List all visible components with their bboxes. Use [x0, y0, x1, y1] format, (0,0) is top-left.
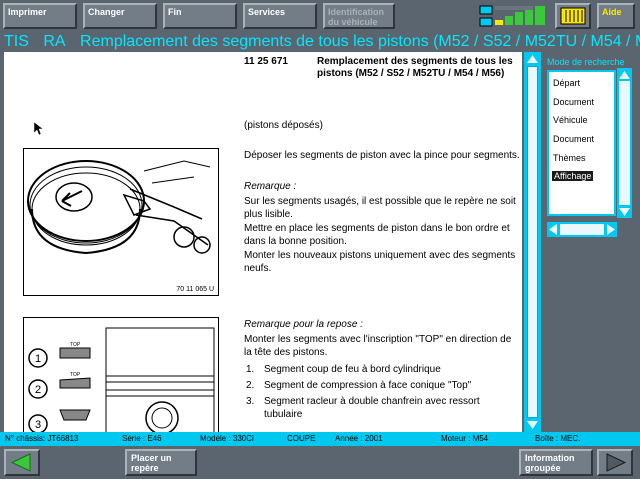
connection-status-icon [479, 5, 545, 27]
scroll-right-icon[interactable] [605, 222, 617, 237]
mode-list-scrollbar[interactable] [617, 68, 632, 218]
scroll-track[interactable] [527, 66, 538, 418]
gearbox: Boîte : MEC. [535, 434, 581, 443]
model: Modèle : 330Ci [200, 434, 254, 443]
end-button[interactable]: Fin [163, 3, 237, 29]
page-title: TIS RA Remplacement des segments de tous… [0, 32, 640, 52]
remark-text-1: Sur les segments usagés, il est possible… [244, 196, 516, 220]
reference-title: Remplacement des segments de tous les pi… [317, 56, 513, 79]
series: Série : E46 [122, 434, 162, 443]
document-title: Remplacement des segments de tous les pi… [80, 33, 640, 50]
grouped-info-button[interactable]: Information groupée [519, 449, 593, 476]
search-mode-label: Mode de recherche [547, 57, 625, 67]
list-item: 1. Segment coup de feu à bord cylindrique [246, 364, 441, 375]
mode-item-themes[interactable]: Thèmes [553, 153, 586, 163]
body-type: COUPE [287, 434, 316, 443]
mode-item-display[interactable]: Affichage [552, 171, 594, 181]
install-remark-label: Remarque pour la repose : [244, 319, 363, 330]
callout-3: 3 [35, 419, 41, 431]
year: Année : 2001 [335, 434, 383, 443]
document-view[interactable]: 11 25 671 Remplacement des segments de t… [4, 52, 522, 432]
mode-horizontal-scrollbar[interactable] [547, 222, 617, 237]
help-button[interactable]: Aide [597, 3, 635, 29]
mode-scroll-track[interactable] [619, 81, 630, 205]
services-button[interactable]: Services [243, 3, 317, 29]
remark-label: Remarque : [244, 181, 297, 192]
document-scrollbar[interactable] [524, 52, 541, 432]
ring-list: 1. Segment coup de feu à bord cylindrique… [244, 363, 520, 424]
horizontal-scroll-track[interactable] [560, 224, 604, 235]
back-button[interactable] [4, 449, 40, 476]
change-button[interactable]: Changer [83, 3, 157, 29]
list-item: 3. Segment racleur à double chanfrein ave… [246, 396, 480, 420]
mode-scroll-down-icon[interactable] [617, 206, 632, 218]
mouse-cursor-icon [34, 122, 44, 136]
mode-item-document[interactable]: Document [553, 97, 594, 107]
place-marker-button[interactable]: Placer un repère [125, 449, 197, 476]
svg-text:TOP: TOP [70, 372, 81, 378]
keyboard-icon[interactable] [555, 3, 591, 29]
search-mode-list: Départ Document Véhicule Document Thèmes… [547, 70, 616, 216]
figure-number: 70 11 065 U [176, 286, 214, 293]
ring-order-illustration: 1 2 3 TOP TOP [28, 327, 215, 432]
top-toolbar: Imprimer Changer Fin Services Identifica… [0, 0, 640, 32]
figure-piston-ring-pliers: 70 11 065 U [23, 148, 219, 296]
piston-ring-pliers-illustration [27, 160, 211, 255]
remark-text-3: Monter les nouveaux pistons uniquement a… [244, 250, 516, 274]
step-remove-rings: Déposer les segments de piston avec la p… [244, 150, 520, 161]
mode-item-vehicle[interactable]: Véhicule [553, 115, 588, 125]
vehicle-id-button[interactable]: Identification du véhicule [323, 3, 395, 29]
list-item: 2. Segment de compression à face conique … [246, 380, 472, 391]
install-text: Monter les segments avec l'inscription "… [244, 334, 512, 358]
arrow-left-icon [10, 453, 31, 472]
mode-item-document-2[interactable]: Document [553, 134, 594, 144]
scroll-up-arrow-icon[interactable] [525, 52, 540, 66]
chassis-number: N° châssis: JT66813 [5, 434, 79, 443]
app-name: TIS [4, 33, 29, 50]
print-button[interactable]: Imprimer [3, 3, 77, 29]
callout-2: 2 [35, 384, 41, 396]
bottom-navigation-bar: Placer un repère Information groupée [0, 446, 640, 479]
precondition-text: (pistons déposés) [244, 120, 323, 131]
callout-1: 1 [35, 353, 41, 365]
engine: Moteur : M54 [441, 434, 489, 443]
scroll-down-arrow-icon[interactable] [525, 418, 540, 432]
scroll-left-icon[interactable] [547, 222, 559, 237]
forward-button[interactable] [597, 449, 633, 476]
svg-text:TOP: TOP [70, 342, 81, 348]
arrow-right-icon [606, 453, 627, 472]
mode-item-start[interactable]: Départ [553, 78, 580, 88]
mode-scroll-up-icon[interactable] [617, 69, 632, 81]
mode-name: RA [43, 33, 66, 50]
reference-number: 11 25 671 [244, 56, 288, 67]
figure-ring-order: 1 2 3 TOP TOP [23, 317, 219, 432]
remark-text-2: Mettre en place les segments de piston d… [244, 223, 510, 247]
vehicle-info-bar: N° châssis: JT66813 Série : E46 Modèle :… [0, 432, 640, 446]
